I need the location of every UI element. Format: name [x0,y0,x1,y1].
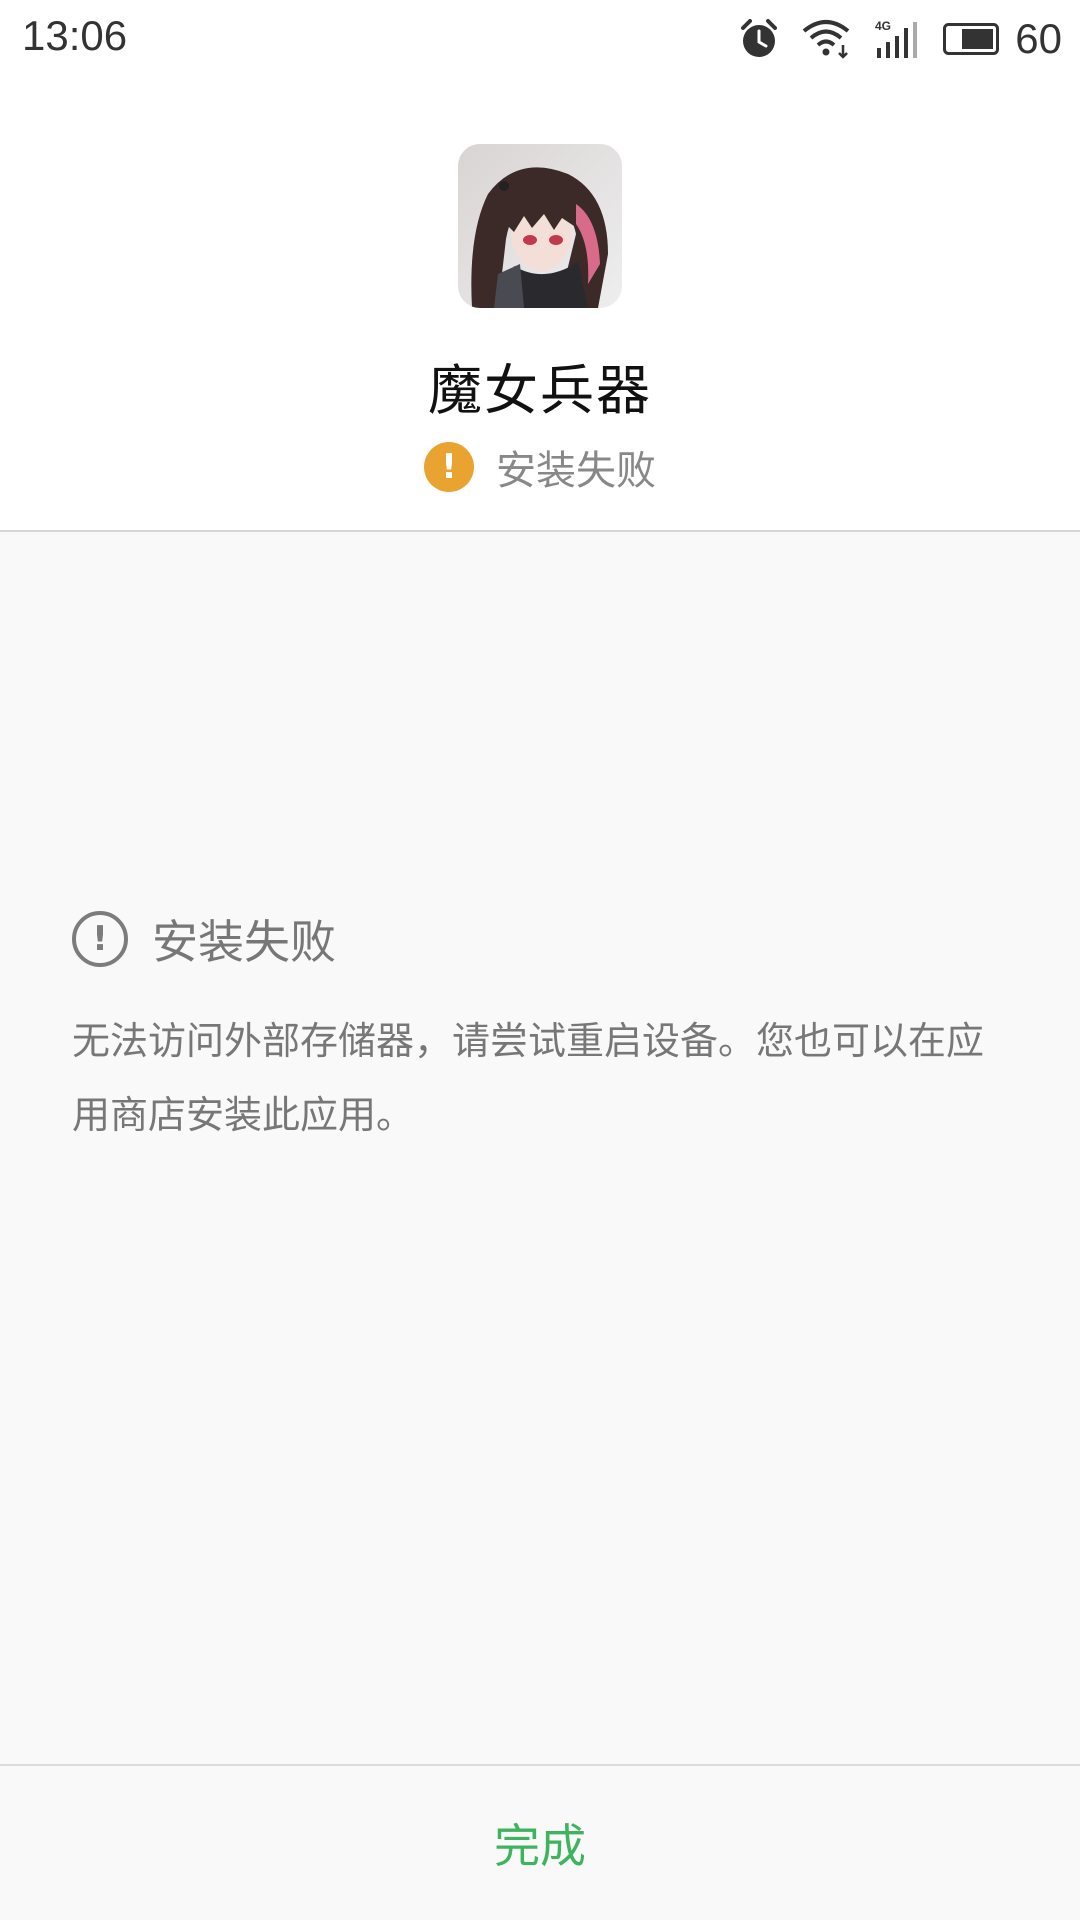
signal-4g-icon: 4G [875,19,918,58]
warning-icon: ! [424,442,474,492]
battery-level: 60 [1015,15,1062,62]
install-status: ! 安装失败 [0,438,1080,496]
app-header: 魔女兵器 ! 安装失败 [0,76,1080,532]
wifi-icon [803,20,850,59]
footer-bar: 完成 [0,1764,1080,1920]
status-time: 13:06 [22,12,128,59]
app-name: 魔女兵器 [428,359,652,422]
done-button[interactable]: 完成 [434,1790,646,1896]
error-message: 无法访问外部存储器，请尝试重启设备。您也可以在应用商店安装此应用。 [72,1019,985,1137]
install-status-label: 安装失败 [496,448,656,494]
alert-circle-icon: ! [72,911,128,967]
install-result-screen: 13:06 4G 60 魔女兵器 ! 安装失败 ! 安装失败 无法访问外部存储器… [0,0,1080,1920]
alarm-icon [741,19,778,57]
status-bar: 13:06 4G 60 [0,0,1080,76]
status-icons: 4G 60 [717,14,1062,64]
svg-text:4G: 4G [875,19,891,33]
error-panel: ! 安装失败 无法访问外部存储器，请尝试重启设备。您也可以在应用商店安装此应用。 [72,910,1012,1152]
error-title: 安装失败 [152,915,336,969]
app-icon [458,144,622,308]
error-title-row: ! 安装失败 [72,910,1012,969]
battery-icon [943,23,1000,55]
